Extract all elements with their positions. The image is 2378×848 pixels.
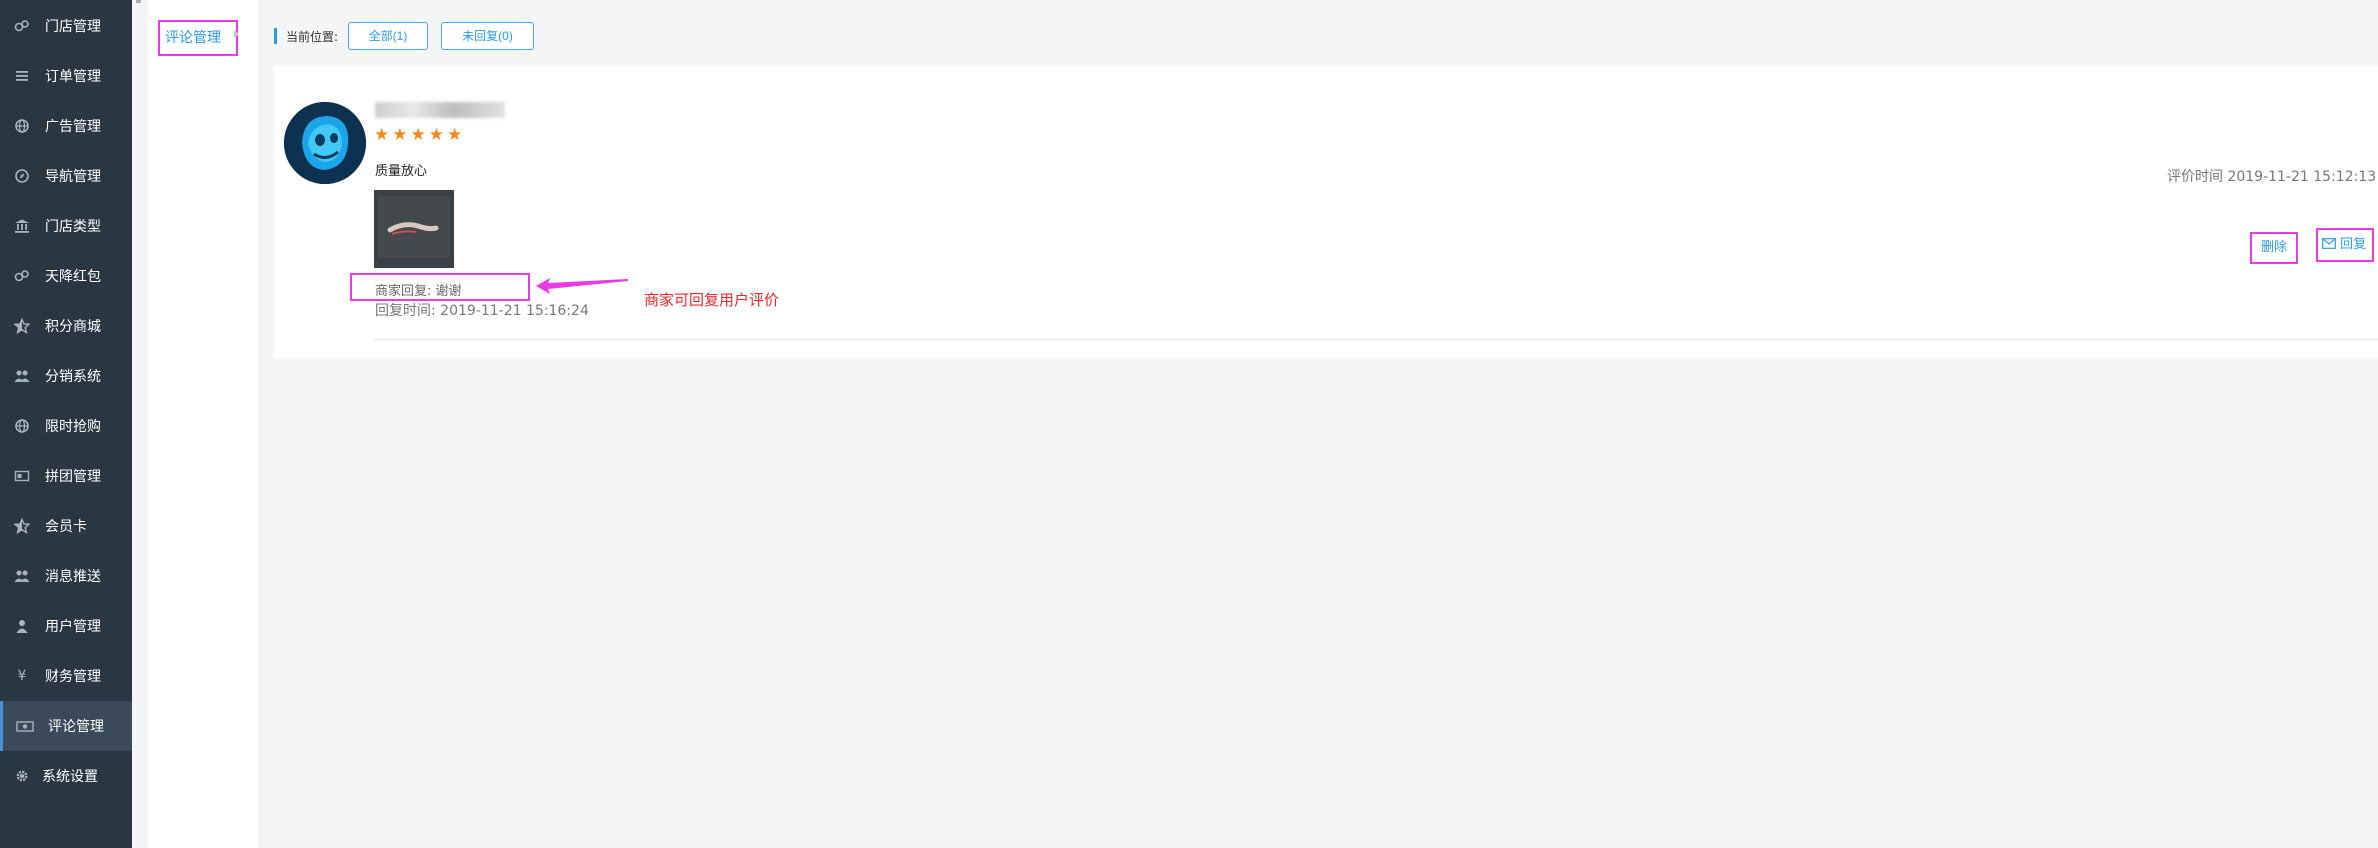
money-icon (16, 718, 34, 734)
sidebar-item-label: 用户管理 (45, 619, 101, 635)
sidebar-item-label: 导航管理 (45, 169, 101, 185)
sidebar-item-label: 限时抢购 (45, 419, 101, 435)
sidebar-item-distribution[interactable]: 分销系统 (0, 351, 132, 401)
star-icon: ★ (447, 125, 463, 145)
sidebar-item-label: 评论管理 (48, 719, 104, 735)
sidebar-item-label: 天降红包 (45, 269, 101, 285)
sidebar-item-label: 门店类型 (45, 219, 101, 235)
sidebar-item-label: 订单管理 (45, 69, 101, 85)
sub-navigation: 评论管理 (148, 0, 258, 848)
reply-button-label: 回复 (2340, 237, 2367, 252)
envelope-icon (2322, 238, 2336, 249)
review-card (274, 66, 2378, 358)
sidebar-item-label: 广告管理 (45, 119, 101, 135)
sidebar-item-label: 消息推送 (45, 569, 101, 585)
user-icon (14, 618, 30, 634)
sidebar-item-label: 拼团管理 (45, 469, 101, 485)
sidebar-item-label: 积分商城 (45, 319, 101, 335)
username-blurred (375, 102, 505, 118)
breadcrumb-label: 当前位置: (286, 30, 339, 44)
gear-icon (14, 768, 30, 784)
sidebar-item-finance[interactable]: ¥ 财务管理 (0, 651, 132, 701)
reply-time: 回复时间: 2019-11-21 15:16:24 (375, 303, 589, 319)
card-icon (14, 468, 30, 484)
sidebar-item-ads[interactable]: 广告管理 (0, 101, 132, 151)
review-comment: 质量放心 (375, 164, 428, 179)
filter-unreplied-button[interactable]: 未回复(0) (441, 22, 534, 50)
sidebar-item-label: 财务管理 (45, 669, 101, 685)
sidebar-item-member-card[interactable]: 会员卡 (0, 501, 132, 551)
globe-icon (14, 118, 30, 134)
cogs-icon (14, 268, 30, 284)
sidebar-item-label: 系统设置 (42, 769, 98, 785)
reply-button[interactable]: 回复 (2316, 228, 2374, 262)
review-photo[interactable] (374, 190, 454, 268)
subnav-item-label: 评论管理 (165, 30, 221, 46)
sidebar-item-red-packet[interactable]: 天降红包 (0, 251, 132, 301)
star-icon: ★ (392, 125, 408, 145)
sidebar-item-label: 分销系统 (45, 369, 101, 385)
merchant-reply-text: 商家回复: 谢谢 (375, 284, 462, 299)
star-half-icon (13, 317, 31, 334)
sidebar-item-users[interactable]: 用户管理 (0, 601, 132, 651)
breadcrumb-marker (274, 28, 277, 44)
star-half-icon (13, 517, 31, 534)
sidebar-item-settings[interactable]: 系统设置 (0, 751, 132, 801)
sidebar-item-store-type[interactable]: 门店类型 (0, 201, 132, 251)
rating-stars: ★ ★ ★ ★ ★ (374, 126, 462, 144)
sidebar-item-store[interactable]: 门店管理 (0, 1, 132, 51)
sidebar-item-flash-sale[interactable]: 限时抢购 (0, 401, 132, 451)
bank-icon (14, 218, 30, 234)
window-corner-mark (136, 0, 141, 3)
globe-icon (14, 418, 30, 434)
sidebar-item-label: 门店管理 (45, 19, 101, 35)
sidebar-item-navigation[interactable]: 导航管理 (0, 151, 132, 201)
list-icon (14, 68, 30, 84)
users-icon (14, 568, 30, 584)
caret-right-icon (234, 30, 239, 38)
sidebar-item-orders[interactable]: 订单管理 (0, 51, 132, 101)
cogs-icon (14, 18, 30, 34)
users-icon (14, 368, 30, 384)
sidebar-item-group-buy[interactable]: 拼团管理 (0, 451, 132, 501)
subnav-item-reviews[interactable]: 评论管理 (158, 20, 238, 56)
sidebar-item-reviews[interactable]: 评论管理 (0, 701, 132, 751)
star-icon: ★ (428, 125, 444, 145)
annotation-arrow-icon (536, 278, 628, 294)
delete-button[interactable]: 删除 (2250, 232, 2298, 264)
main-sidebar: 门店管理 订单管理 广告管理 导航管理 门店类型 天降红包 积分商城 分销系统 … (0, 0, 132, 848)
sidebar-item-points-mall[interactable]: 积分商城 (0, 301, 132, 351)
yen-icon: ¥ (17, 668, 27, 684)
sidebar-item-label: 会员卡 (45, 519, 87, 535)
review-divider (374, 339, 2378, 340)
filter-all-button[interactable]: 全部(1) (348, 22, 428, 50)
sidebar-item-push[interactable]: 消息推送 (0, 551, 132, 601)
compass-icon (14, 168, 30, 184)
review-time: 评价时间 2019-11-21 15:12:13 (2167, 169, 2377, 185)
star-icon: ★ (374, 125, 390, 145)
star-icon: ★ (410, 125, 426, 145)
avatar (284, 102, 366, 184)
annotation-text: 商家可回复用户评价 (644, 291, 780, 309)
